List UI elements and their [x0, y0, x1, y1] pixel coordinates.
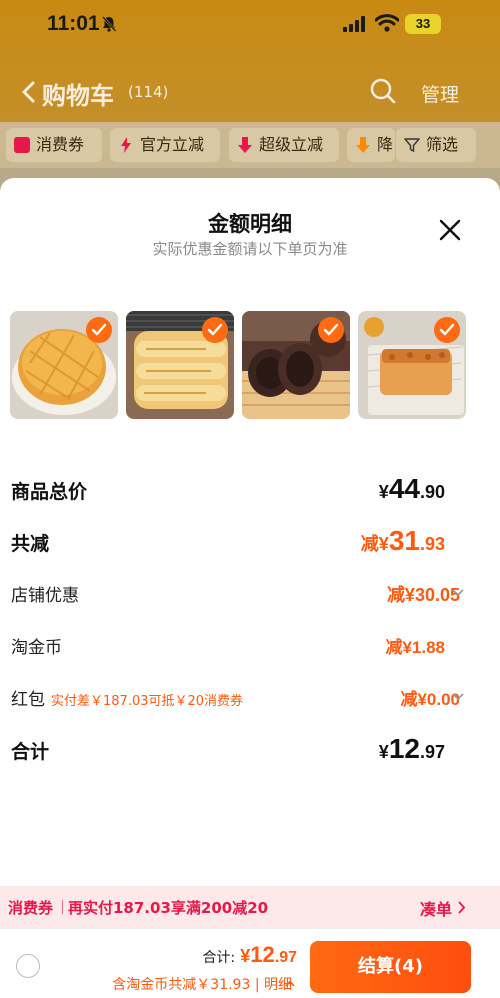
lightning-icon [121, 137, 131, 153]
add-items-link[interactable]: 凑单 [420, 896, 452, 920]
sheet-subtitle: 实际优惠金额请以下单页为准 [152, 240, 348, 258]
selected-check-icon [202, 317, 228, 343]
down-arrow-icon [238, 137, 252, 153]
row-sum: 合计 ¥12.97 [0, 729, 500, 769]
battery-indicator: 33 [405, 14, 441, 34]
shop-discount-value: 减¥30.05 [386, 585, 460, 605]
filter-chip-label: 官方立减 [140, 135, 205, 154]
checkout-button[interactable]: 结算(4) [310, 941, 471, 993]
filter-bar: 消费券 官方立减 超级立减 降 筛选 [0, 122, 500, 168]
sum-label: 合计 [11, 741, 50, 763]
filter-icon [404, 138, 420, 153]
taojinbi-label: 淘金币 [11, 638, 62, 658]
chevron-down-icon [452, 589, 464, 597]
search-icon[interactable] [370, 78, 396, 104]
chevron-down-icon [452, 693, 464, 701]
down-arrow-icon [356, 137, 370, 153]
manage-button[interactable]: 管理 [421, 80, 459, 107]
selected-check-icon [86, 317, 112, 343]
red-packet-note: 实付差￥187.03可抵￥20消费券 [51, 694, 244, 709]
filter-chip-label: 筛选 [426, 135, 459, 154]
total-price-value: ¥44.90 [378, 473, 445, 504]
row-shop-discount[interactable]: 店铺优惠 减¥30.05 [0, 573, 500, 613]
amount-detail-sheet: 金额明细 实际优惠金额请以下单页为准 商品总价 ¥44.90 共减 减¥31.9… [0, 178, 500, 998]
back-arrow-icon[interactable] [20, 80, 36, 104]
filter-chip-label: 降 [377, 135, 394, 154]
sum-value: ¥12.97 [378, 733, 445, 764]
product-thumbnails [10, 311, 480, 421]
divider [62, 900, 63, 914]
total-reduce-value: 减¥31.93 [360, 525, 445, 556]
bottom-total: 合计: ¥12.97 [202, 942, 297, 967]
product-thumbnail-toast-slice[interactable] [358, 311, 466, 419]
row-taojinbi: 淘金币 减¥1.88 [0, 625, 500, 665]
wifi-icon [375, 14, 399, 32]
page-title: 购物车 [42, 82, 114, 110]
filter-chip-label: 消费券 [36, 135, 85, 154]
red-packet-label: 红包 实付差￥187.03可抵￥20消费券 [11, 690, 244, 710]
filter-chip-price-drop[interactable]: 降 [347, 128, 395, 162]
chevron-up-icon [285, 980, 295, 987]
filter-chip-coupon[interactable]: 消费券 [6, 128, 102, 162]
coupon-text: 再实付187.03享满200减20 [68, 899, 269, 917]
status-bar: 11:01 33 [0, 0, 500, 50]
filter-button[interactable]: 筛选 [396, 128, 476, 162]
coupon-icon [14, 137, 30, 153]
total-price-label: 商品总价 [11, 481, 88, 503]
filter-chip-label: 超级立减 [259, 135, 324, 154]
chevron-right-icon [458, 901, 466, 914]
close-icon[interactable] [438, 218, 462, 242]
shop-discount-label: 店铺优惠 [11, 586, 79, 606]
product-thumbnail-cheese-bread[interactable] [126, 311, 234, 419]
coupon-tag: 消费券 [8, 899, 54, 917]
coupon-promo-bar[interactable]: 消费券 再实付187.03享满200减20 凑单 [0, 886, 500, 928]
total-reduce-label: 共减 [11, 533, 50, 555]
signal-icon [343, 16, 365, 32]
sheet-title: 金额明细 [208, 212, 292, 236]
cart-nav-bar: 购物车 (114) 管理 [0, 68, 500, 114]
discount-detail-link[interactable]: 含淘金币共减￥31.93 | 明细 [112, 974, 292, 994]
selected-check-icon [318, 317, 344, 343]
filter-chip-official-discount[interactable]: 官方立减 [110, 128, 220, 162]
checkout-bar: 合计: ¥12.97 含淘金币共减￥31.93 | 明细 结算(4) [0, 928, 500, 998]
product-thumbnail-chocolate-roll[interactable] [242, 311, 350, 419]
bell-muted-icon [102, 16, 117, 32]
row-total-price: 商品总价 ¥44.90 [0, 469, 500, 509]
row-total-reduce: 共减 减¥31.93 [0, 521, 500, 561]
row-red-packet[interactable]: 红包 实付差￥187.03可抵￥20消费券 减¥0.00 [0, 677, 500, 717]
product-thumbnail-pineapple-bun[interactable] [10, 311, 118, 419]
select-all-radio[interactable] [16, 954, 40, 978]
filter-chip-super-discount[interactable]: 超级立减 [229, 128, 339, 162]
status-time: 11:01 [47, 12, 100, 35]
taojinbi-value: 减¥1.88 [385, 638, 445, 657]
cart-count: (114) [128, 83, 169, 101]
selected-check-icon [434, 317, 460, 343]
